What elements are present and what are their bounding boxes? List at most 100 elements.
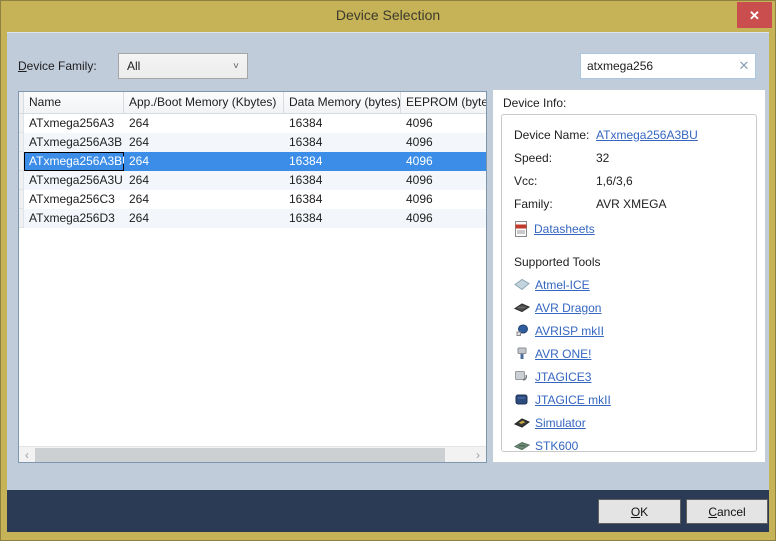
device-field-row: Speed:32 xyxy=(514,146,750,169)
cell-app-boot-memory: 264 xyxy=(124,209,284,228)
table-row[interactable]: ATxmega256A3B264163844096 xyxy=(19,133,486,152)
tool-row: AVRISP mkII xyxy=(514,319,750,342)
cell-eeprom: 4096 xyxy=(401,171,486,190)
supported-tools-heading: Supported Tools xyxy=(514,255,750,273)
cell-data-memory: 16384 xyxy=(284,152,401,171)
device-fields: Device Name:ATxmega256A3BUSpeed:32Vcc:1,… xyxy=(514,123,750,215)
cell-name: ATxmega256A3BU xyxy=(24,152,124,171)
tool-row: AVR Dragon xyxy=(514,296,750,319)
table-row[interactable]: ATxmega256A3BU264163844096 xyxy=(19,152,486,171)
jtagice-mkii-icon xyxy=(514,393,535,406)
column-header-app-boot-memory[interactable]: App./Boot Memory (Kbytes) xyxy=(124,92,284,113)
jtagice3-icon xyxy=(514,370,535,383)
device-info-box: Device Name:ATxmega256A3BUSpeed:32Vcc:1,… xyxy=(501,114,757,452)
chevron-down-icon: ˅ xyxy=(233,61,239,72)
field-label: Device Name: xyxy=(514,128,596,142)
table-header: Name App./Boot Memory (Kbytes) Data Memo… xyxy=(19,92,486,114)
device-field-row: Family:AVR XMEGA xyxy=(514,192,750,215)
cell-name: ATxmega256A3 xyxy=(24,114,124,133)
avr-dragon-icon xyxy=(514,301,535,314)
field-label: Speed: xyxy=(514,151,596,165)
cell-data-memory: 16384 xyxy=(284,114,401,133)
atmel-ice-icon xyxy=(514,278,535,291)
avr-one-icon xyxy=(514,347,535,360)
cell-data-memory: 16384 xyxy=(284,171,401,190)
field-value: AVR XMEGA xyxy=(596,197,666,211)
cell-app-boot-memory: 264 xyxy=(124,114,284,133)
search-input[interactable] xyxy=(581,59,733,73)
cell-eeprom: 4096 xyxy=(401,209,486,228)
tool-row: STK600 xyxy=(514,434,750,452)
cell-name: ATxmega256D3 xyxy=(24,209,124,228)
column-header-name[interactable]: Name xyxy=(24,92,124,113)
close-button[interactable]: ✕ xyxy=(737,2,772,28)
table-row[interactable]: ATxmega256D3264163844096 xyxy=(19,209,486,228)
stk600-icon xyxy=(514,439,535,452)
device-family-label: Device Family: xyxy=(18,59,97,73)
cell-eeprom: 4096 xyxy=(401,190,486,209)
scrollbar-thumb[interactable] xyxy=(35,448,445,462)
cell-eeprom: 4096 xyxy=(401,133,486,152)
field-value[interactable]: ATxmega256A3BU xyxy=(596,128,698,142)
search-box: ✕ xyxy=(580,53,756,79)
simulator-icon xyxy=(514,416,535,429)
avrisp-mkii-icon xyxy=(514,324,535,337)
cell-app-boot-memory: 264 xyxy=(124,152,284,171)
cell-name: ATxmega256A3B xyxy=(24,133,124,152)
field-value: 1,6/3,6 xyxy=(596,174,633,188)
footer: OK Cancel xyxy=(7,490,769,532)
field-value: 32 xyxy=(596,151,609,165)
tool-link[interactable]: AVR ONE! xyxy=(535,347,591,361)
cell-data-memory: 16384 xyxy=(284,190,401,209)
tool-link[interactable]: AVRISP mkII xyxy=(535,324,604,338)
device-family-select[interactable]: All ˅ xyxy=(118,53,248,79)
tool-row: Atmel-ICE xyxy=(514,273,750,296)
field-label: Vcc: xyxy=(514,174,596,188)
scroll-left-icon[interactable]: ‹ xyxy=(19,447,35,463)
device-selection-dialog: Device Selection ✕ Device Family: All ˅ … xyxy=(0,0,776,541)
datasheets-link[interactable]: Datasheets xyxy=(534,222,595,236)
datasheets-row: Datasheets xyxy=(514,219,750,239)
tool-link[interactable]: STK600 xyxy=(535,439,578,453)
field-label: Family: xyxy=(514,197,596,211)
table-row[interactable]: ATxmega256C3264163844096 xyxy=(19,190,486,209)
cell-eeprom: 4096 xyxy=(401,114,486,133)
titlebar[interactable]: Device Selection ✕ xyxy=(0,0,776,32)
tool-link[interactable]: AVR Dragon xyxy=(535,301,601,315)
cell-name: ATxmega256C3 xyxy=(24,190,124,209)
table-row[interactable]: ATxmega256A3264163844096 xyxy=(19,114,486,133)
pdf-icon xyxy=(514,221,534,237)
clear-search-icon[interactable]: ✕ xyxy=(733,58,755,74)
device-family-value: All xyxy=(127,59,233,73)
tool-row: Simulator xyxy=(514,411,750,434)
table-row[interactable]: ATxmega256A3U264163844096 xyxy=(19,171,486,190)
tool-row: JTAGICE mkII xyxy=(514,388,750,411)
cell-name: ATxmega256A3U xyxy=(24,171,124,190)
device-field-row: Device Name:ATxmega256A3BU xyxy=(514,123,750,146)
cell-data-memory: 16384 xyxy=(284,133,401,152)
device-info-panel: Device Info: Device Name:ATxmega256A3BUS… xyxy=(492,89,766,463)
cancel-button[interactable]: Cancel xyxy=(686,499,768,524)
horizontal-scrollbar[interactable]: ‹ › xyxy=(19,446,486,462)
device-table-body: ATxmega256A3264163844096ATxmega256A3B264… xyxy=(19,114,486,228)
tool-row: AVR ONE! xyxy=(514,342,750,365)
dialog-body: Device Family: All ˅ ✕ Name App./Boot Me… xyxy=(7,32,769,490)
close-icon: ✕ xyxy=(749,9,760,22)
tool-link[interactable]: Atmel-ICE xyxy=(535,278,590,292)
device-field-row: Vcc:1,6/3,6 xyxy=(514,169,750,192)
cell-app-boot-memory: 264 xyxy=(124,190,284,209)
column-header-data-memory[interactable]: Data Memory (bytes) xyxy=(284,92,401,113)
cell-eeprom: 4096 xyxy=(401,152,486,171)
device-table: Name App./Boot Memory (Kbytes) Data Memo… xyxy=(18,91,487,463)
ok-button[interactable]: OK xyxy=(598,499,681,524)
tool-link[interactable]: JTAGICE mkII xyxy=(535,393,611,407)
tool-link[interactable]: Simulator xyxy=(535,416,586,430)
cell-app-boot-memory: 264 xyxy=(124,171,284,190)
column-header-eeprom[interactable]: EEPROM (bytes) xyxy=(401,92,486,113)
cell-data-memory: 16384 xyxy=(284,209,401,228)
tool-link[interactable]: JTAGICE3 xyxy=(535,370,591,384)
tools-list: Atmel-ICE AVR Dragon AVRISP mkII AVR ONE! JT… xyxy=(514,273,750,452)
scroll-right-icon[interactable]: › xyxy=(470,447,486,463)
device-info-heading: Device Info: xyxy=(503,96,566,110)
tool-row: JTAGICE3 xyxy=(514,365,750,388)
